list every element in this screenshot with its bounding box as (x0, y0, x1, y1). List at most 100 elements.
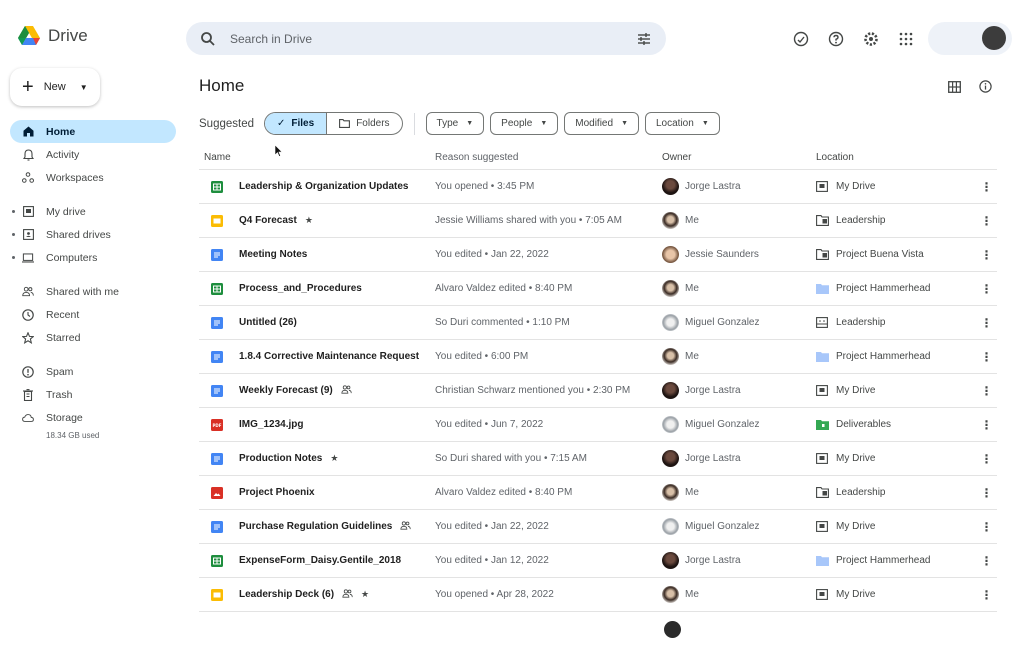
table-row[interactable]: PDF IMG_1234.jpg You edited • Jun 7, 2022 M… (199, 408, 997, 442)
location-cell[interactable]: My Drive (816, 589, 976, 600)
location-cell[interactable]: Project Buena Vista (816, 249, 976, 260)
sidebar-item-computers[interactable]: Computers (10, 246, 176, 269)
owner-avatar (662, 450, 679, 467)
location-cell[interactable]: My Drive (816, 453, 976, 464)
file-name[interactable]: Weekly Forecast (9) (239, 385, 333, 396)
clock-icon (22, 308, 34, 321)
search-options-icon[interactable] (636, 31, 652, 47)
file-name[interactable]: Untitled (26) (239, 317, 297, 328)
more-actions-button[interactable]: ⋮ (976, 418, 997, 432)
sidebar-item-recent[interactable]: Recent (10, 303, 176, 326)
table-row[interactable]: Purchase Regulation Guidelines You edited… (199, 510, 997, 544)
file-name[interactable]: 1.8.4 Corrective Maintenance Request (239, 351, 419, 362)
apps-grid-icon[interactable] (897, 30, 915, 48)
owner-cell: Jessie Saunders (662, 246, 816, 263)
table-row[interactable]: Untitled (26) So Duri commented • 1:10 PM… (199, 306, 997, 340)
location-cell[interactable]: My Drive (816, 385, 976, 396)
location-cell[interactable]: Leadership (816, 215, 976, 226)
account-switcher[interactable] (928, 22, 1012, 55)
more-actions-button[interactable]: ⋮ (976, 520, 997, 534)
search-bar[interactable] (186, 22, 666, 55)
location-cell[interactable]: My Drive (816, 521, 976, 532)
table-row[interactable]: Q4 Forecast ★ Jessie Williams shared with … (199, 204, 997, 238)
more-actions-button[interactable]: ⋮ (976, 214, 997, 228)
file-name[interactable]: Project Phoenix (239, 487, 315, 498)
search-input[interactable] (230, 31, 636, 46)
table-row[interactable]: Weekly Forecast (9) Christian Schwarz men… (199, 374, 997, 408)
sidebar-item-starred[interactable]: Starred (10, 326, 176, 349)
expand-arrow-icon[interactable] (12, 233, 15, 236)
table-row[interactable]: Leadership Deck (6) ★ You opened • Apr 28,… (199, 578, 997, 612)
sidebar-item-shared-drives[interactable]: Shared drives (10, 223, 176, 246)
column-name[interactable]: Name (199, 152, 435, 163)
more-actions-button[interactable]: ⋮ (976, 350, 997, 364)
type-filter[interactable]: Type ▼ (425, 112, 485, 135)
owner-cell: Jorge Lastra (662, 450, 816, 467)
more-actions-button[interactable]: ⋮ (976, 282, 997, 296)
file-name[interactable]: ExpenseForm_Daisy.Gentile_2018 (239, 555, 401, 566)
location-cell[interactable]: Leadership (816, 317, 976, 328)
help-icon[interactable] (827, 30, 845, 48)
sidebar-item-trash[interactable]: Trash (10, 383, 176, 406)
location-cell[interactable]: Leadership (816, 487, 976, 498)
sidebar-item-spam[interactable]: Spam (10, 360, 176, 383)
pdf-file-icon: PDF (211, 418, 223, 431)
location-filter[interactable]: Location ▼ (645, 112, 720, 135)
sidebar-item-activity[interactable]: Activity (10, 143, 176, 166)
modified-filter[interactable]: Modified ▼ (564, 112, 639, 135)
more-actions-button[interactable]: ⋮ (976, 384, 997, 398)
folders-segment[interactable]: Folders (327, 113, 401, 134)
files-folders-toggle[interactable]: ✓ Files Folders (264, 112, 403, 135)
location-cell[interactable]: Project Hammerhead (816, 351, 976, 362)
table-row[interactable]: Production Notes ★ So Duri shared with you… (199, 442, 997, 476)
more-actions-button[interactable]: ⋮ (976, 588, 997, 602)
file-name[interactable]: Production Notes (239, 453, 322, 464)
blue-folder-icon (816, 555, 829, 566)
grid-view-icon[interactable] (948, 80, 961, 98)
workspaces-icon (22, 172, 34, 184)
sidebar-item-home[interactable]: Home (10, 120, 176, 143)
more-actions-button[interactable]: ⋮ (976, 316, 997, 330)
people-filter[interactable]: People ▼ (490, 112, 559, 135)
offline-ready-icon[interactable] (792, 30, 810, 48)
table-row[interactable]: Leadership & Organization Updates You ope… (199, 170, 997, 204)
expand-arrow-icon[interactable] (12, 256, 15, 259)
sidebar-item-storage[interactable]: Storage (10, 406, 176, 429)
table-row[interactable]: ExpenseForm_Daisy.Gentile_2018 You edited… (199, 544, 997, 578)
sidebar-item-shared-with-me[interactable]: Shared with me (10, 280, 176, 303)
location-cell[interactable]: Project Hammerhead (816, 555, 976, 566)
more-actions-button[interactable]: ⋮ (976, 248, 997, 262)
more-actions-button[interactable]: ⋮ (976, 554, 997, 568)
files-segment[interactable]: ✓ Files (265, 113, 328, 134)
table-row[interactable]: Process_and_Procedures Alvaro Valdez edit… (199, 272, 997, 306)
file-name[interactable]: Leadership & Organization Updates (239, 181, 408, 192)
file-name[interactable]: Q4 Forecast (239, 215, 297, 226)
caret-down-icon: ▼ (540, 120, 548, 127)
sidebar-item-workspaces[interactable]: Workspaces (10, 166, 176, 189)
table-row[interactable]: Project Phoenix Alvaro Valdez edited • 8:… (199, 476, 997, 510)
more-actions-button[interactable]: ⋮ (976, 486, 997, 500)
new-button[interactable]: + New ▼ (10, 68, 100, 106)
column-owner: Owner (662, 152, 692, 163)
sidebar-item-my-drive[interactable]: My drive (10, 200, 176, 223)
location-cell[interactable]: My Drive (816, 181, 976, 192)
file-name[interactable]: Purchase Regulation Guidelines (239, 521, 392, 532)
file-name[interactable]: Meeting Notes (239, 249, 307, 260)
more-actions-button[interactable]: ⋮ (976, 180, 997, 194)
info-icon[interactable] (979, 80, 992, 98)
table-row[interactable]: 1.8.4 Corrective Maintenance Request You … (199, 340, 997, 374)
caret-down-icon: ▼ (466, 120, 474, 127)
file-name[interactable]: Leadership Deck (6) (239, 589, 334, 600)
file-name[interactable]: IMG_1234.jpg (239, 419, 303, 430)
account-avatar[interactable] (982, 26, 1006, 50)
more-actions-button[interactable]: ⋮ (976, 452, 997, 466)
file-name[interactable]: Process_and_Procedures (239, 283, 362, 294)
sidebar-item-label: Shared drives (46, 228, 111, 241)
drive-logo[interactable]: Drive (18, 26, 88, 46)
reason-suggested: You opened • 3:45 PM (435, 181, 535, 192)
expand-arrow-icon[interactable] (12, 210, 15, 213)
settings-icon[interactable] (862, 30, 880, 48)
location-cell[interactable]: Project Hammerhead (816, 283, 976, 294)
location-cell[interactable]: Deliverables (816, 419, 976, 430)
table-row[interactable]: Meeting Notes You edited • Jan 22, 2022 Je… (199, 238, 997, 272)
